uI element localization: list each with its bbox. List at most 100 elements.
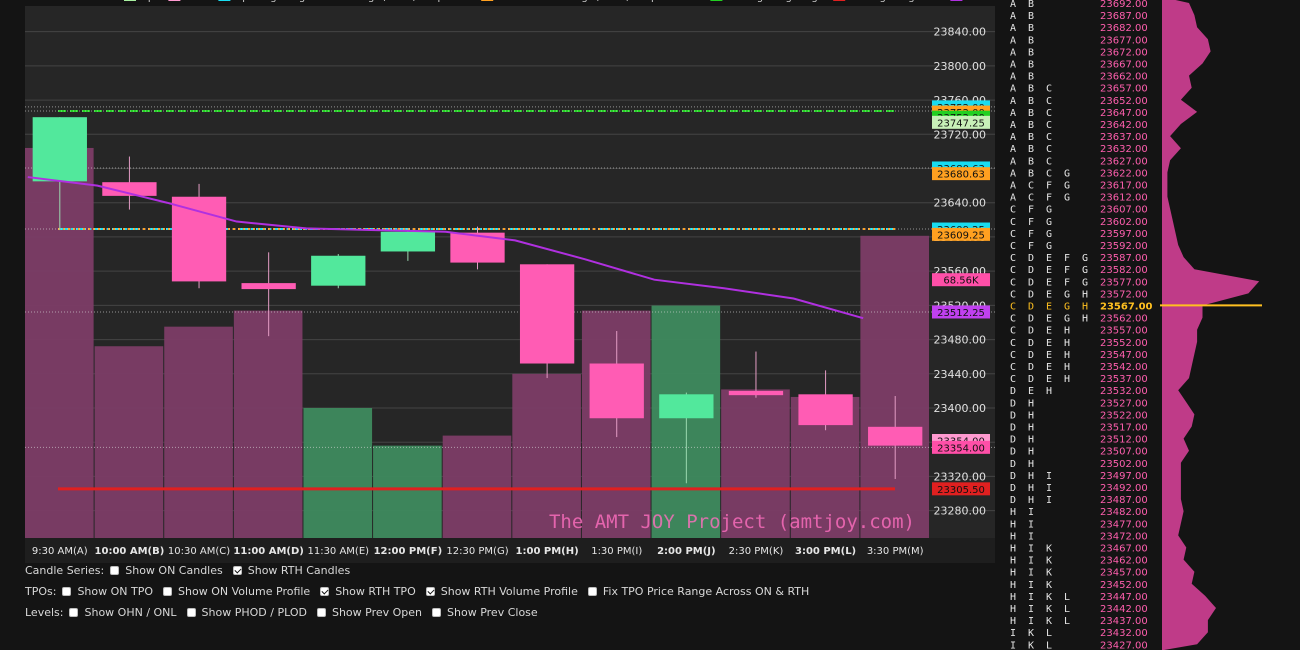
tpo-letter: D bbox=[1010, 459, 1016, 470]
tpo-price: 23562.00 bbox=[1100, 314, 1148, 325]
candle-body bbox=[519, 264, 575, 364]
tpo-letter: D bbox=[1028, 350, 1034, 361]
tpo-letter: A bbox=[1010, 11, 1016, 22]
tpo-price: 23617.00 bbox=[1100, 181, 1148, 192]
tpo-price: 23532.00 bbox=[1100, 386, 1148, 397]
tpo-price: 23452.00 bbox=[1100, 580, 1148, 591]
tpo-price: 23547.00 bbox=[1100, 350, 1148, 361]
legend-label: Trading Range Low bbox=[848, 0, 943, 3]
tpo-letter: I bbox=[1010, 628, 1016, 639]
checkbox-box[interactable] bbox=[320, 587, 330, 596]
tpo-letter: H bbox=[1028, 410, 1034, 421]
tpo-letter: K bbox=[1028, 628, 1034, 639]
tpo-price: 23437.00 bbox=[1100, 616, 1148, 627]
tpo-letter: K bbox=[1046, 592, 1052, 603]
tpo-letter: F bbox=[1028, 217, 1034, 228]
y-tick-label: 23320.00 bbox=[934, 470, 987, 483]
price-label-text: 23354.00 bbox=[937, 443, 985, 454]
checkbox-box[interactable] bbox=[316, 608, 326, 617]
checkbox-box[interactable] bbox=[62, 587, 72, 596]
levels-label: Levels: bbox=[25, 606, 64, 619]
candle-body bbox=[241, 283, 296, 290]
show-rth-candles-checkbox[interactable]: Show RTH Candles bbox=[232, 564, 350, 577]
volume-bar bbox=[860, 235, 929, 538]
tpo-price: 23512.00 bbox=[1100, 435, 1148, 446]
checkbox-box[interactable] bbox=[425, 587, 435, 596]
watermark: The AMT JOY Project (amtjoy.com) bbox=[549, 511, 915, 533]
checkbox-box[interactable] bbox=[110, 566, 120, 575]
tpo-price: 23482.00 bbox=[1100, 507, 1148, 518]
tpo-letter: D bbox=[1010, 435, 1016, 446]
show-prev-open-checkbox[interactable]: Show Prev Open bbox=[316, 606, 422, 619]
tpo-price: 23632.00 bbox=[1100, 144, 1148, 155]
show-phod-plod-checkbox[interactable]: Show PHOD / PLOD bbox=[186, 606, 307, 619]
tpo-price: 23597.00 bbox=[1100, 229, 1148, 240]
tpo-letter: D bbox=[1010, 410, 1016, 421]
tpo-price: 23557.00 bbox=[1100, 326, 1148, 337]
show-on-tpo-checkbox[interactable]: Show ON TPO bbox=[62, 585, 153, 598]
tpo-letter: C bbox=[1010, 265, 1016, 276]
tpo-letter: I bbox=[1028, 556, 1034, 567]
tpo-letter: D bbox=[1028, 374, 1034, 385]
checkbox-box[interactable] bbox=[69, 608, 79, 617]
tpo-price: 23517.00 bbox=[1100, 423, 1148, 434]
option-label: Show RTH TPO bbox=[335, 585, 416, 598]
tpo-letter: G bbox=[1046, 241, 1052, 252]
option-label: Show ON Candles bbox=[125, 564, 223, 577]
tpo-letter: D bbox=[1010, 471, 1016, 482]
tpo-letter: H bbox=[1010, 556, 1016, 567]
tpo-letter: A bbox=[1010, 60, 1016, 71]
tpo-letter: C bbox=[1010, 205, 1016, 216]
price-label-text: 23609.25 bbox=[937, 230, 985, 241]
x-tick-label: 1:30 PM(I) bbox=[591, 546, 642, 557]
tpo-letter: I bbox=[1028, 531, 1034, 542]
checkbox-box[interactable] bbox=[163, 587, 173, 596]
tpo-price: 23462.00 bbox=[1100, 556, 1148, 567]
tpo-letter: G bbox=[1064, 193, 1070, 204]
tpo-letter: B bbox=[1028, 120, 1034, 131]
tpo-price: 23592.00 bbox=[1100, 241, 1148, 252]
tpo-letter: A bbox=[1010, 156, 1016, 167]
tpo-letter: K bbox=[1046, 568, 1052, 579]
tpo-price: 23527.00 bbox=[1100, 398, 1148, 409]
tpo-letter: H bbox=[1028, 398, 1034, 409]
checkbox-box[interactable] bbox=[587, 587, 597, 596]
tpo-price: 23607.00 bbox=[1100, 205, 1148, 216]
tpo-letter: C bbox=[1010, 253, 1016, 264]
candle-body bbox=[798, 394, 853, 426]
y-tick-label: 23480.00 bbox=[934, 334, 987, 347]
show-prev-close-checkbox[interactable]: Show Prev Close bbox=[432, 606, 538, 619]
tpo-price: 23672.00 bbox=[1100, 47, 1148, 58]
tpo-letter: B bbox=[1028, 0, 1034, 10]
tpo-price: 23687.00 bbox=[1100, 11, 1148, 22]
option-label: Show RTH Volume Profile bbox=[440, 585, 578, 598]
tpo-letter: H bbox=[1082, 289, 1088, 300]
checkbox-box[interactable] bbox=[232, 566, 242, 575]
show-rth-tpo-checkbox[interactable]: Show RTH TPO bbox=[320, 585, 416, 598]
tpo-letter: I bbox=[1028, 604, 1034, 615]
tpo-price: 23477.00 bbox=[1100, 519, 1148, 530]
tpo-letter: A bbox=[1010, 168, 1016, 179]
checkbox-box[interactable] bbox=[186, 608, 196, 617]
show-ohn-onl-checkbox[interactable]: Show OHN / ONL bbox=[69, 606, 177, 619]
tpo-letter: D bbox=[1028, 265, 1034, 276]
tpo-letter: B bbox=[1028, 168, 1034, 179]
tpo-letter: A bbox=[1010, 181, 1016, 192]
tpo-price: 23587.00 bbox=[1100, 253, 1148, 264]
candle-body bbox=[868, 426, 923, 446]
tpo-letter: I bbox=[1028, 519, 1034, 530]
tpo-letter: K bbox=[1028, 640, 1034, 650]
x-tick-label: 3:00 PM(L) bbox=[795, 546, 856, 557]
tpo-letter: E bbox=[1046, 253, 1052, 264]
show-on-candles-checkbox[interactable]: Show ON Candles bbox=[110, 564, 223, 577]
checkbox-box[interactable] bbox=[432, 608, 442, 617]
tpo-letter: G bbox=[1046, 205, 1052, 216]
tpo-letter: H bbox=[1028, 471, 1034, 482]
show-rth-volume-profile-checkbox[interactable]: Show RTH Volume Profile bbox=[425, 585, 578, 598]
tpo-letter: I bbox=[1046, 483, 1052, 494]
x-tick-label: 12:00 PM(F) bbox=[374, 546, 443, 557]
show-on-volume-profile-checkbox[interactable]: Show ON Volume Profile bbox=[163, 585, 310, 598]
tpo-price: 23692.00 bbox=[1100, 0, 1148, 10]
fix-tpo-price-range-checkbox[interactable]: Fix TPO Price Range Across ON & RTH bbox=[587, 585, 809, 598]
tpo-letter: A bbox=[1010, 0, 1016, 10]
